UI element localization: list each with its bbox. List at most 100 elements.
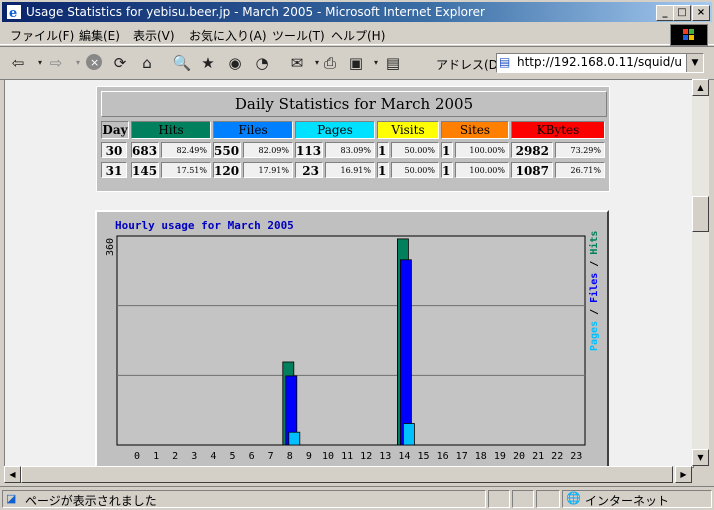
title-bar: e Usage Statistics for yebisu.beer.jp - …	[2, 2, 712, 22]
legend: Pages / Files / Hits	[588, 231, 600, 351]
vertical-scrollbar[interactable]: ▲ ▼	[692, 79, 709, 466]
x-tick-label: 20	[513, 451, 525, 462]
legend-separator: /	[589, 303, 600, 321]
visits-value-cell: 1	[377, 162, 389, 178]
x-tick-label: 22	[551, 451, 563, 462]
pages-bar	[402, 423, 415, 446]
status-panel: ◪ ページが表示されました	[2, 490, 486, 508]
x-tick-label: 21	[532, 451, 544, 462]
x-tick-label: 7	[268, 451, 274, 462]
sites-pct-cell: 100.00%	[455, 162, 509, 178]
media-icon[interactable]: ◉	[225, 53, 245, 73]
scroll-thumb[interactable]	[692, 196, 709, 232]
menu-file[interactable]: ファイル(F)	[10, 27, 74, 44]
home-icon[interactable]: ⌂	[137, 53, 157, 73]
day-cell: 30	[101, 142, 127, 158]
hits-value-cell: 145	[131, 162, 159, 178]
forward-icon[interactable]: ⇨	[46, 53, 66, 73]
x-tick-label: 2	[172, 451, 178, 462]
refresh-icon[interactable]: ⟳	[110, 53, 130, 73]
scroll-left-icon[interactable]: ◀	[4, 466, 21, 483]
pages-pct-cell: 16.91%	[325, 162, 375, 178]
page-icon: ▤	[499, 55, 511, 69]
legend-entry: Hits	[588, 231, 600, 255]
x-tick-label: 14	[398, 451, 410, 462]
x-tick-label: 18	[475, 451, 487, 462]
status-panel-2	[488, 490, 510, 508]
files-bar	[399, 259, 412, 446]
legend-entry: Files	[588, 273, 600, 303]
pages-pct-cell: 83.09%	[325, 142, 375, 158]
edit-icon[interactable]: ▣	[346, 53, 366, 73]
globe-icon: 🌐	[566, 491, 581, 505]
header-files: Files	[213, 121, 293, 139]
x-tick-label: 5	[229, 451, 235, 462]
x-tick-label: 19	[494, 451, 506, 462]
x-tick-label: 23	[570, 451, 582, 462]
x-tick-label: 1	[153, 451, 159, 462]
header-hits: Hits	[131, 121, 211, 139]
x-tick-label: 4	[210, 451, 216, 462]
files-pct-cell: 82.09%	[243, 142, 293, 158]
pages-value-cell: 113	[295, 142, 323, 158]
status-panel-4	[536, 490, 560, 508]
close-button[interactable]: ×	[692, 5, 710, 21]
window-title: Usage Statistics for yebisu.beer.jp - Ma…	[26, 5, 485, 19]
daily-stats-table: Daily Statistics for March 2005 Day Hits F…	[96, 86, 610, 192]
hourly-usage-chart: Hourly usage for March 2005 360 Pages / F…	[95, 210, 609, 467]
x-tick-label: 16	[437, 451, 449, 462]
svg-text:×: ×	[90, 56, 99, 69]
page-done-icon: ◪	[6, 492, 17, 505]
pages-value-cell: 23	[295, 162, 323, 178]
legend-entry: Pages	[589, 321, 600, 351]
print-icon[interactable]: ⎙	[320, 53, 340, 73]
page-content: Daily Statistics for March 2005 Day Hits F…	[4, 79, 694, 468]
sites-value-cell: 1	[441, 142, 453, 158]
address-dropdown-icon[interactable]: ▼	[686, 54, 703, 72]
x-tick-label: 6	[249, 451, 255, 462]
maximize-button[interactable]: □	[673, 5, 691, 21]
ie-icon: e	[7, 5, 21, 20]
sites-value-cell: 1	[441, 162, 453, 178]
header-sites: Sites	[441, 121, 509, 139]
header-day: Day	[101, 121, 129, 139]
files-value-cell: 550	[213, 142, 241, 158]
x-tick-label: 15	[417, 451, 429, 462]
status-bar: ◪ ページが表示されました 🌐 インターネット	[0, 486, 714, 509]
scroll-right-icon[interactable]: ▶	[675, 466, 692, 483]
history-icon[interactable]: ◔	[252, 53, 272, 73]
back-icon[interactable]: ⇦	[8, 53, 28, 73]
address-input[interactable]: http://192.168.0.11/squid/usage_2	[517, 55, 681, 69]
menu-help[interactable]: ヘルプ(H)	[331, 27, 385, 44]
visits-value-cell: 1	[377, 142, 389, 158]
stop-icon[interactable]: ×	[84, 53, 104, 73]
windows-logo-icon	[670, 24, 708, 46]
mail-icon[interactable]: ✉	[287, 53, 307, 73]
kbytes-value-cell: 2982	[511, 142, 553, 158]
x-tick-label: 17	[456, 451, 468, 462]
chart-svg: 360Pages / Files / Hits0 1 2 3 4 5 6 7 8 9 10 11 12 1…	[105, 231, 600, 462]
menu-edit[interactable]: 編集(E)	[79, 27, 120, 44]
day-cell: 31	[101, 162, 127, 178]
scroll-up-icon[interactable]: ▲	[692, 79, 709, 96]
hscroll-thumb[interactable]	[21, 466, 673, 483]
x-tick-label: 3	[191, 451, 197, 462]
x-tick-label: 0	[134, 451, 140, 462]
kbytes-value-cell: 1087	[511, 162, 553, 178]
files-value-cell: 120	[213, 162, 241, 178]
legend-separator: /	[589, 255, 600, 273]
header-visits: Visits	[377, 121, 439, 139]
menu-view[interactable]: 表示(V)	[133, 27, 175, 44]
address-bar[interactable]: ▤ http://192.168.0.11/squid/usage_2 ▼	[496, 53, 704, 73]
menu-tools[interactable]: ツール(T)	[272, 27, 325, 44]
favorites-icon[interactable]: ★	[198, 53, 218, 73]
menu-favorites[interactable]: お気に入り(A)	[189, 27, 267, 44]
hits-value-cell: 683	[131, 142, 159, 158]
scroll-down-icon[interactable]: ▼	[692, 449, 709, 466]
discuss-icon[interactable]: ▤	[383, 53, 403, 73]
pages-bar	[288, 431, 301, 446]
minimize-button[interactable]: _	[656, 5, 674, 21]
toolbar: ⇦ ▾ ⇨ ▾ × ⟳ ⌂ 🔍 ★ ◉ ◔ ✉ ▾ ⎙ ▣ ▾ ▤ アドレス(D…	[0, 46, 714, 80]
horizontal-scrollbar[interactable]: ◀ ▶	[4, 466, 692, 483]
search-icon[interactable]: 🔍	[172, 53, 192, 73]
